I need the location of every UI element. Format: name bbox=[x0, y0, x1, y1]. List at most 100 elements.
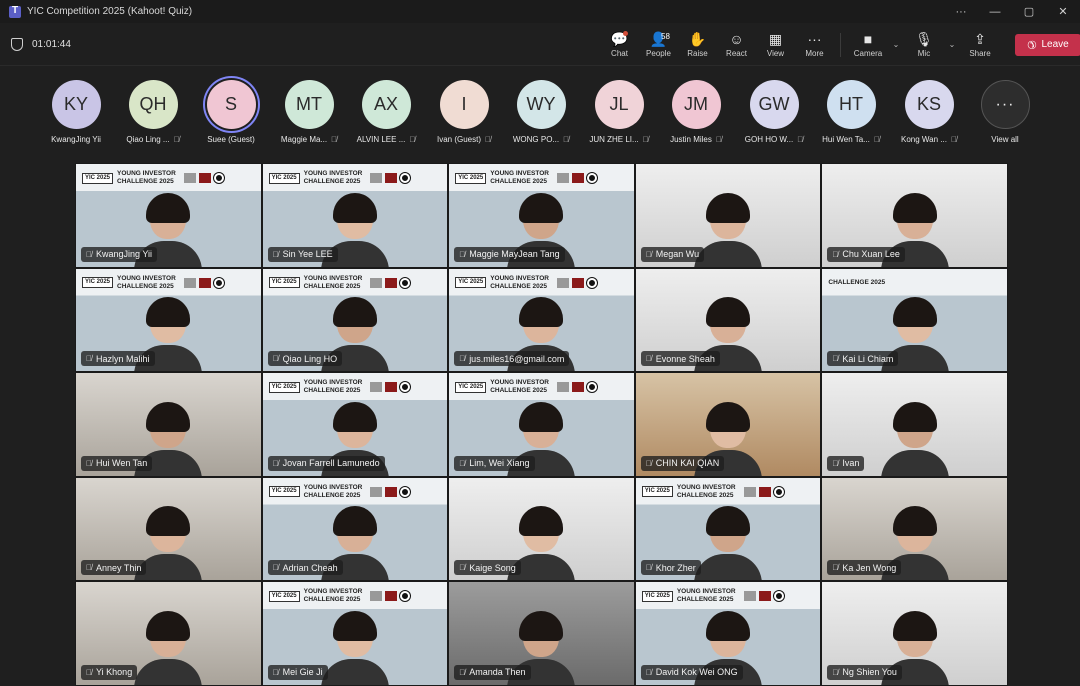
video-tile[interactable]: YIC 2025 YOUNG INVESTOR CHALLENGE 2025 🎙̸ Me… bbox=[261, 581, 449, 686]
avatar: MT bbox=[284, 80, 334, 129]
video-tile[interactable]: 🎙̸ CHIN KAI QIAN bbox=[634, 372, 822, 477]
mic-off-icon: 🎙̸ bbox=[331, 135, 338, 144]
video-participant-name: Chu Xuan Lee bbox=[842, 249, 900, 260]
more-button[interactable]: ··· More bbox=[795, 23, 834, 66]
participant-avatar-item[interactable]: HT Hui Wen Ta... 🎙̸ bbox=[812, 80, 890, 144]
video-tile[interactable]: YIC 2025 YOUNG INVESTOR CHALLENGE 2025 🎙̸ Jo… bbox=[261, 372, 449, 477]
video-tile[interactable]: 🎙̸ Ivan bbox=[821, 372, 1008, 477]
participant-name-row: Suee (Guest) bbox=[207, 135, 255, 144]
share-button[interactable]: ⇪ Share bbox=[959, 23, 1001, 66]
sponsor-logo bbox=[370, 173, 383, 183]
banner-title: YOUNG INVESTOR CHALLENGE 2025 bbox=[304, 484, 363, 500]
people-button[interactable]: 👤 58 People bbox=[639, 23, 678, 66]
participant-name-row: Kong Wan ... 🎙̸ bbox=[901, 135, 957, 144]
video-name-tag: 🎙̸ Sin Yee LEE bbox=[267, 246, 338, 262]
avatar: JL bbox=[594, 80, 644, 129]
video-tile[interactable]: 🎙̸ Yi Khong bbox=[75, 581, 262, 686]
sponsor-logo bbox=[556, 277, 569, 288]
view-all-button[interactable]: ··· View all bbox=[966, 80, 1044, 144]
video-tile[interactable]: YIC 2025 YOUNG INVESTOR CHALLENGE 2025 🎙̸ Ad… bbox=[261, 476, 449, 582]
video-tile[interactable]: YIC 2025 YOUNG INVESTOR CHALLENGE 2025 🎙̸ Kh… bbox=[634, 476, 822, 582]
participant-avatar-item[interactable]: I Ivan (Guest) 🎙̸ bbox=[425, 80, 503, 144]
video-tile[interactable]: YIC 2025 YOUNG INVESTOR CHALLENGE 2025 🎙̸ Da… bbox=[634, 581, 822, 686]
video-tile[interactable]: YIC 2025 YOUNG INVESTOR CHALLENGE 2025 🎙̸ Si… bbox=[261, 163, 449, 268]
banner-line-2: CHALLENGE 2025 bbox=[303, 282, 361, 290]
banner-line-1: YOUNG INVESTOR bbox=[117, 274, 176, 282]
participant-avatar-item[interactable]: JM Justin Miles 🎙̸ bbox=[657, 80, 735, 144]
mic-off-icon: 🎙̸ bbox=[272, 458, 279, 468]
view-all-label: View all bbox=[991, 135, 1019, 144]
view-button[interactable]: ▦ View bbox=[756, 23, 795, 66]
video-name-tag: 🎙̸ Evonne Sheah bbox=[640, 351, 720, 367]
mic-off-icon: 🎙̸ bbox=[832, 563, 839, 573]
leave-button[interactable]: ✆ Leave bbox=[1015, 33, 1080, 56]
video-tile[interactable]: 🎙̸ Hui Wen Tan bbox=[75, 372, 262, 477]
participant-avatar-item[interactable]: MT Maggie Ma... 🎙̸ bbox=[270, 80, 348, 144]
participant-avatar-item[interactable]: JL JUN ZHE LI... 🎙̸ bbox=[580, 80, 658, 144]
video-tile[interactable]: 🎙̸ Ka Jen Wong bbox=[821, 476, 1008, 582]
banner-title: YOUNG INVESTOR CHALLENGE 2025 bbox=[117, 170, 176, 186]
participant-avatar-item[interactable]: S Suee (Guest) bbox=[192, 80, 270, 144]
video-tile[interactable]: 🎙̸ Chu Xuan Lee bbox=[821, 163, 1008, 268]
sponsor-logo bbox=[758, 591, 771, 602]
banner-title: YOUNG INVESTOR CHALLENGE 2025 bbox=[117, 275, 176, 291]
maximize-button[interactable]: ▢ bbox=[1012, 0, 1046, 23]
video-tile[interactable]: 🎙̸ Anney Thin bbox=[75, 476, 262, 582]
video-tile[interactable]: YIC 2025 YOUNG INVESTOR CHALLENGE 2025 🎙̸ Ha… bbox=[75, 267, 262, 373]
video-tile[interactable]: CHALLENGE 2025 🎙̸ Kai Li Chiam bbox=[821, 267, 1008, 373]
banner-line-2: CHALLENGE 2025 bbox=[303, 178, 361, 185]
participant-avatar-item[interactable]: AX ALVIN LEE ... 🎙̸ bbox=[347, 80, 425, 144]
leave-label: Leave bbox=[1041, 39, 1069, 50]
video-name-tag: 🎙̸ Mei Gie Ji bbox=[267, 664, 328, 680]
toolbar-divider bbox=[840, 32, 841, 57]
raise-hand-button[interactable]: ✋ Raise bbox=[678, 23, 717, 66]
video-tile[interactable]: 🎙̸ Evonne Sheah bbox=[634, 267, 822, 373]
mic-off-icon: 🎙̸ bbox=[86, 354, 92, 364]
participant-name-row: ALVIN LEE ... 🎙̸ bbox=[357, 135, 416, 144]
banner-line-2: CHALLENGE 2025 bbox=[490, 282, 547, 290]
camera-button[interactable]: ■ Camera bbox=[847, 23, 889, 66]
participant-body bbox=[320, 658, 389, 685]
yic-logo: YIC 2025 bbox=[82, 172, 114, 184]
mic-off-icon: 🎙̸ bbox=[642, 135, 649, 144]
video-tile[interactable]: YIC 2025 YOUNG INVESTOR CHALLENGE 2025 🎙̸ Qi… bbox=[261, 267, 449, 373]
sponsor-logos bbox=[556, 382, 597, 393]
sponsor-logo bbox=[183, 277, 196, 288]
more-options-button[interactable]: ··· bbox=[944, 0, 978, 23]
window-controls: ··· — ▢ ✕ bbox=[944, 0, 1080, 23]
react-button[interactable]: ☺ React bbox=[717, 23, 756, 66]
video-tile[interactable]: 🎙̸ Ng Shien You bbox=[821, 581, 1008, 686]
mic-options-chevron-icon[interactable]: ⌄ bbox=[945, 40, 959, 49]
minimize-button[interactable]: — bbox=[978, 0, 1012, 23]
sponsor-logo bbox=[183, 173, 196, 183]
participant-avatar-item[interactable]: GW GOH HO W... 🎙̸ bbox=[735, 80, 813, 144]
video-participant-name: Mei Gie Ji bbox=[282, 667, 323, 678]
mic-button[interactable]: 🎙 Mic bbox=[903, 23, 945, 66]
banner-line-1: YOUNG INVESTOR bbox=[490, 274, 549, 282]
video-tile[interactable]: YIC 2025 YOUNG INVESTOR CHALLENGE 2025 🎙̸ Kw… bbox=[75, 163, 262, 268]
react-label: React bbox=[726, 49, 747, 58]
sponsor-logo bbox=[198, 173, 211, 183]
participant-video bbox=[134, 607, 203, 685]
participant-avatar-item[interactable]: QH Qiao Ling ... 🎙̸ bbox=[114, 80, 192, 144]
video-tile[interactable]: 🎙̸ Kaige Song bbox=[448, 476, 635, 582]
video-tile[interactable]: 🎙̸ Megan Wu bbox=[634, 163, 822, 268]
video-tile[interactable]: YIC 2025 YOUNG INVESTOR CHALLENGE 2025 🎙̸ ju… bbox=[448, 267, 635, 373]
camera-options-chevron-icon[interactable]: ⌄ bbox=[889, 40, 903, 49]
camera-icon: ■ bbox=[863, 31, 873, 47]
yic-logo: YIC 2025 bbox=[82, 277, 114, 289]
banner-line-2: CHALLENGE 2025 bbox=[117, 282, 174, 290]
sponsor-logo bbox=[400, 382, 411, 393]
video-tile[interactable]: YIC 2025 YOUNG INVESTOR CHALLENGE 2025 🎙̸ Li… bbox=[448, 372, 635, 477]
sponsor-logo bbox=[213, 173, 224, 183]
participant-avatar-item[interactable]: KY KwangJing Yii bbox=[37, 80, 115, 144]
participant-avatar-item[interactable]: KS Kong Wan ... 🎙̸ bbox=[890, 80, 968, 144]
yic-banner: YIC 2025 YOUNG INVESTOR CHALLENGE 2025 bbox=[641, 481, 784, 503]
banner-line-1: YOUNG INVESTOR bbox=[303, 379, 363, 387]
close-button[interactable]: ✕ bbox=[1046, 0, 1080, 23]
chat-notification-dot bbox=[623, 31, 628, 36]
video-tile[interactable]: 🎙̸ Amanda Then bbox=[448, 581, 635, 686]
video-tile[interactable]: YIC 2025 YOUNG INVESTOR CHALLENGE 2025 🎙̸ Ma… bbox=[448, 163, 635, 268]
participant-avatar-item[interactable]: WY WONG PO... 🎙̸ bbox=[502, 80, 580, 144]
chat-button[interactable]: 💬 Chat bbox=[600, 23, 639, 66]
